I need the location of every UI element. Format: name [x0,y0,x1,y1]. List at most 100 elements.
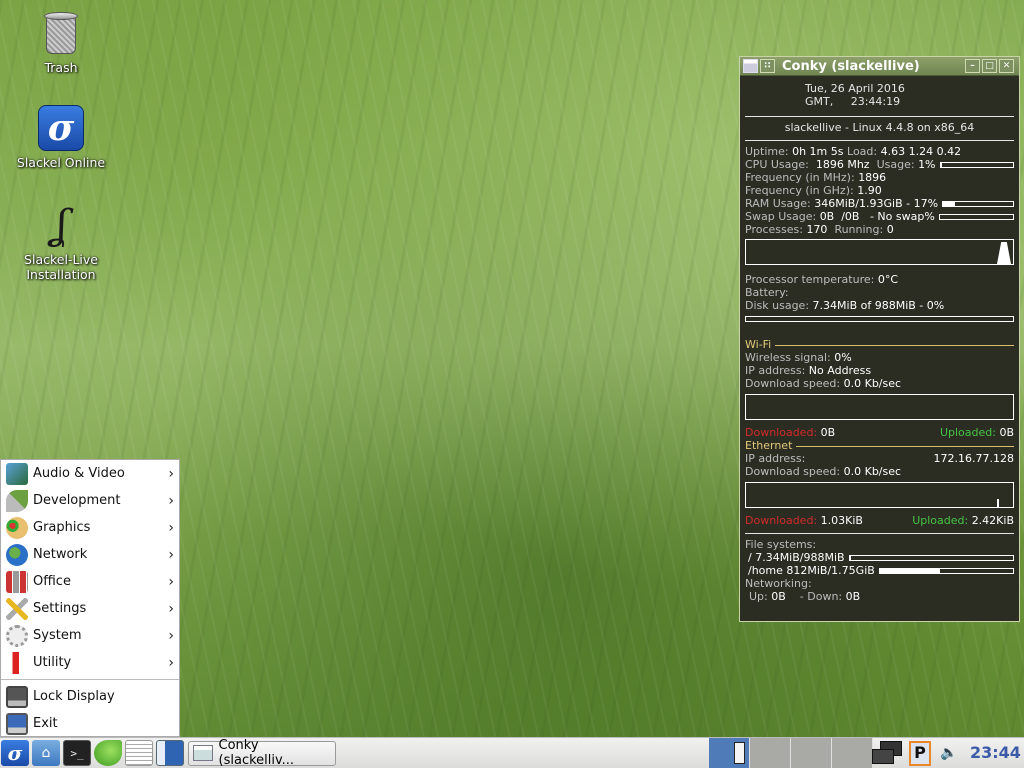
maximize-button[interactable]: □ [982,59,997,73]
text-editor-icon[interactable] [125,740,153,766]
close-button[interactable]: ✕ [999,59,1014,73]
cpu-graph-spike [997,242,1011,264]
chevron-right-icon: › [168,573,174,590]
start-menu-button[interactable]: σ [1,740,29,766]
pager-desktop-4[interactable] [832,738,873,768]
taskbar-task-conky[interactable]: Conky (slackelliv... [188,738,336,768]
date-line: Tue, 26 April 2016 [805,82,905,95]
menu-item-system[interactable]: System › [1,622,179,649]
wifi-dl-speed-row: Download speed: 0.0 Kb/sec [745,377,902,390]
disk-usage-bar [745,316,1014,322]
graphics-icon [6,516,28,539]
time-line: GMT, 23:44:19 [805,95,901,108]
networking-header: Networking: [745,577,812,590]
fs-home-row: /home 812MiB/1.75GiB [745,564,1014,577]
menu-item-settings[interactable]: Settings › [1,595,179,622]
volume-icon[interactable]: 🔈 [940,745,957,761]
desktop-pager [709,738,873,768]
ethernet-graph [745,482,1014,508]
wifi-ip-row: IP address: No Address [745,364,872,377]
freq-ghz-row: Frequency (in GHz): 1.90 [745,184,882,197]
midori-browser-icon[interactable] [94,740,122,766]
menu-item-network[interactable]: Network › [1,541,179,568]
desktop-icon-slackel-online[interactable]: σ Slackel Online [6,105,116,170]
clock[interactable]: 23:44 [970,743,1021,762]
network-status-icon[interactable] [872,741,904,766]
conky-window: ∷ Conky (slackellive) – □ ✕ Tue, 26 Apri… [739,56,1020,622]
battery-row: Battery: [745,286,789,299]
host-line: slackellive - Linux 4.4.8 on x86_64 [784,121,975,134]
menu-item-utility[interactable]: Utility › [1,649,179,676]
window-icon [193,745,213,761]
chevron-right-icon: › [168,600,174,617]
office-icon [6,570,28,593]
wifi-header: Wi-Fi [745,338,1014,351]
desktop-icon-label: Installation [26,267,96,282]
chevron-right-icon: › [168,627,174,644]
show-desktop-icon[interactable] [156,740,184,766]
window-menu-icon[interactable] [743,59,758,73]
pager-desktop-3[interactable] [791,738,832,768]
system-icon [6,624,28,647]
minimize-button[interactable]: – [965,59,980,73]
slackel-online-icon: σ [38,105,84,151]
menu-item-office[interactable]: Office › [1,568,179,595]
ram-usage-bar [942,200,1014,207]
fs-root-row: / 7.34MiB/988MiB [745,551,1014,564]
disk-row: Disk usage: 7.34MiB of 988MiB - 0% [745,299,945,312]
freq-mhz-row: Frequency (in MHz): 1896 [745,171,887,184]
exit-icon [6,712,28,735]
proc-temp-row: Processor temperature: 0°C [745,273,899,286]
menu-item-lock-display[interactable]: Lock Display [1,683,179,710]
wifi-graph [745,394,1014,420]
taskbar: σ ⌂ >_ Conky (slackelliv... P 🔈 23:44 [0,737,1024,768]
fs-home-bar [878,567,1014,574]
audio-video-icon [6,462,28,485]
slackel-install-icon: ʆ [54,202,68,248]
swap-usage-bar [938,213,1014,220]
chevron-right-icon: › [168,519,174,536]
wifi-totals-row: Downloaded: 0B Uploaded: 0B [745,426,1014,439]
ethernet-totals-row: Downloaded: 1.03KiB Uploaded: 2.42KiB [745,514,1014,527]
menu-item-exit[interactable]: Exit [1,710,179,737]
window-title: Conky (slackellive) [782,58,920,74]
fs-header: File systems: [745,538,817,551]
desktop-icon-slackel-install[interactable]: ʆ Slackel-Live Installation [6,202,116,282]
development-icon [6,489,28,512]
ethernet-graph-spike [997,499,999,507]
home-folder-icon[interactable]: ⌂ [32,740,60,766]
menu-item-audio-video[interactable]: Audio & Video › [1,460,179,487]
network-icon [6,543,28,566]
chevron-right-icon: › [168,465,174,482]
desktop-icon-trash[interactable]: Trash [6,10,116,75]
pager-desktop-1[interactable] [709,738,750,768]
terminal-icon[interactable]: >_ [63,740,91,766]
menu-separator [1,679,179,680]
menu-item-graphics[interactable]: Graphics › [1,514,179,541]
cpu-graph [745,239,1014,265]
menu-item-development[interactable]: Development › [1,487,179,514]
desktop-icon-label: Slackel-Live [24,252,98,267]
pager-desktop-2[interactable] [750,738,791,768]
networking-row: Up: 0B - Down: 0B [749,590,861,603]
ram-row: RAM Usage: 346MiB/1.93GiB - 17% [745,197,1014,210]
ethernet-dl-speed-row: Download speed: 0.0 Kb/sec [745,465,902,478]
uptime-row: Uptime: 0h 1m 5s Load: 4.63 1.24 0.42 [745,145,962,158]
lock-display-icon [6,685,28,708]
wifi-signal-row: Wireless signal: 0% [745,351,852,364]
application-menu: Audio & Video › Development › Graphics › Ne… [0,459,180,737]
chevron-right-icon: › [168,546,174,563]
keyboard-layout-indicator[interactable]: P [909,741,931,766]
sticky-button[interactable]: ∷ [760,59,775,73]
ethernet-ip-row: IP address: 172.16.77.128 [745,452,1014,465]
desktop-icon-label: Slackel Online [16,155,106,170]
chevron-right-icon: › [168,654,174,671]
fs-root-bar [848,554,1014,561]
chevron-right-icon: › [168,492,174,509]
cpu-row: CPU Usage: 1896 Mhz Usage: 1% [745,158,1014,171]
cpu-usage-bar [939,161,1014,168]
trash-icon [42,10,80,56]
conky-titlebar[interactable]: ∷ Conky (slackellive) – □ ✕ [740,57,1019,76]
swap-row: Swap Usage: 0B /0B - No swap% [745,210,1014,223]
utility-icon [6,651,28,674]
